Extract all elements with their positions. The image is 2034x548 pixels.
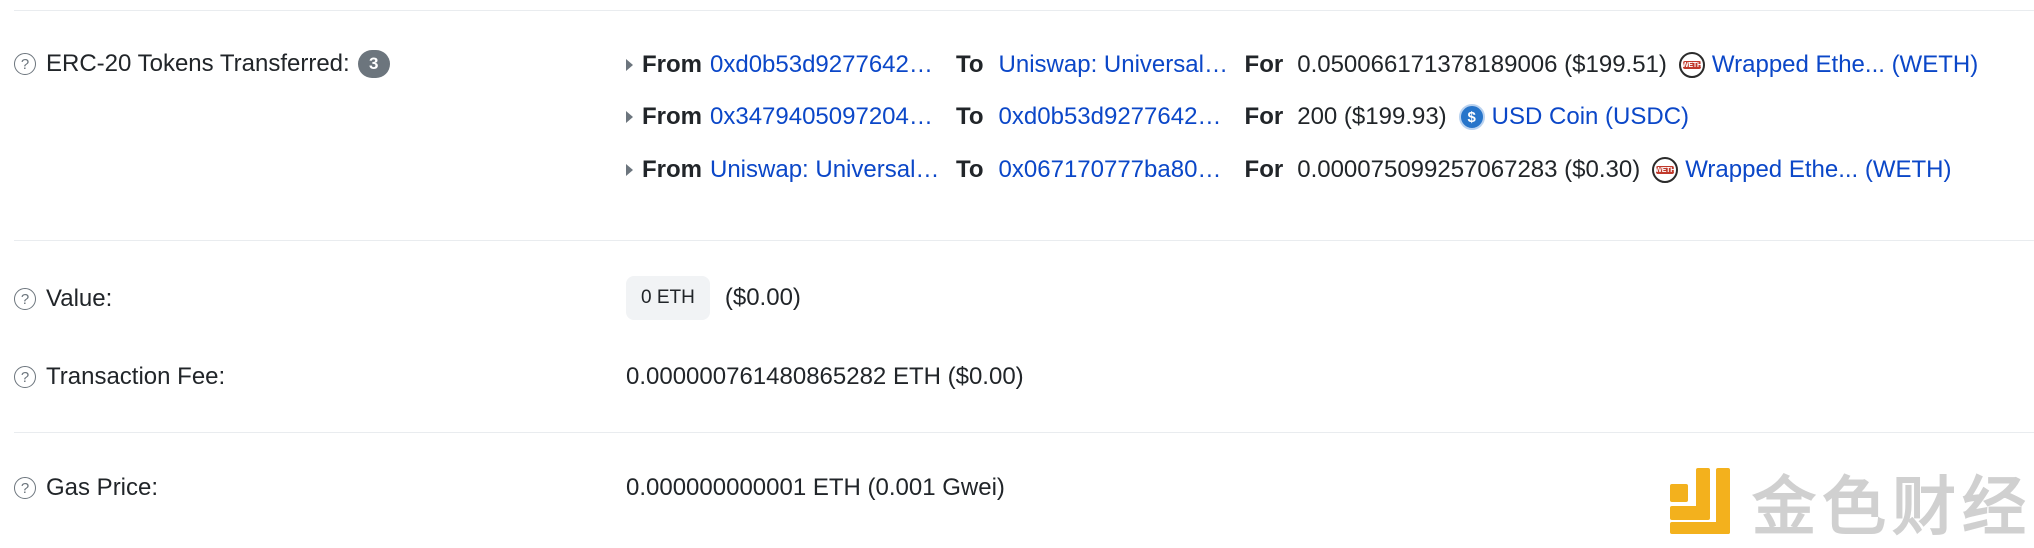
value-content: 0 ETH ($0.00) bbox=[626, 276, 801, 320]
expand-caret-icon[interactable] bbox=[626, 111, 633, 123]
from-keyword: From bbox=[642, 103, 702, 130]
help-icon[interactable]: ? bbox=[14, 288, 36, 310]
transfer-amount: 0.000075099257067283 ($0.30) bbox=[1297, 156, 1641, 183]
for-keyword: For bbox=[1244, 103, 1284, 130]
watermark-text: 金色财经 bbox=[1752, 471, 2032, 545]
to-address-link[interactable]: 0xd0b53d9277642d899df5c87a3966a349a798f2… bbox=[999, 103, 1235, 131]
for-keyword: For bbox=[1244, 156, 1284, 183]
gas-price-value: 0.000000000001 ETH (0.001 Gwei) bbox=[626, 474, 1005, 501]
from-keyword: From bbox=[642, 156, 702, 183]
expand-caret-icon[interactable] bbox=[626, 164, 633, 176]
transaction-fee-value: 0.000000761480865282 ETH ($0.00) bbox=[626, 363, 1024, 390]
to-keyword: To bbox=[956, 103, 984, 130]
transfer-row: From Uniswap: Universal Router To 0x0671… bbox=[626, 150, 1952, 190]
transfer-amount: 0.050066171378189006 ($199.51) bbox=[1297, 51, 1667, 78]
transfer-row: From 0xd0b53d9277642d899df5c87a3966a349a… bbox=[626, 45, 1978, 85]
transfer-row: From 0x34794050972047f8a1b3a6e3f5d4e1f9e… bbox=[626, 97, 1689, 137]
from-address-link[interactable]: 0xd0b53d9277642d899df5c87a3966a349a798f2… bbox=[710, 51, 946, 79]
for-keyword: For bbox=[1244, 51, 1284, 78]
to-address-link[interactable]: Uniswap: Universal Router bbox=[999, 51, 1235, 79]
help-icon[interactable]: ? bbox=[14, 53, 36, 75]
tokens-transferred-label-row: ? ERC-20 Tokens Transferred: 3 bbox=[14, 50, 390, 78]
section-divider bbox=[14, 432, 2034, 433]
from-address-link[interactable]: 0x34794050972047f8a1b3a6e3f5d4e1f9e6b0c6… bbox=[710, 103, 946, 131]
to-keyword: To bbox=[956, 51, 984, 78]
weth-icon: WETH bbox=[1652, 157, 1679, 183]
from-address-link[interactable]: Uniswap: Universal Router bbox=[710, 156, 946, 184]
token-link[interactable]: Wrapped Ethe... (WETH) bbox=[1685, 156, 1951, 184]
watermark: 金色财经 bbox=[1662, 456, 2032, 548]
expand-caret-icon[interactable] bbox=[626, 59, 633, 71]
value-usd: ($0.00) bbox=[724, 284, 801, 311]
to-address-link[interactable]: 0x067170777ba8027ced27e034102d54074d062d… bbox=[999, 156, 1235, 184]
usdc-icon: $ bbox=[1458, 104, 1485, 130]
value-label: Value: bbox=[46, 285, 113, 312]
gas-price-label: Gas Price: bbox=[46, 474, 159, 501]
to-keyword: To bbox=[956, 156, 984, 183]
token-link[interactable]: USD Coin (USDC) bbox=[1492, 103, 1689, 131]
help-icon[interactable]: ? bbox=[14, 366, 36, 388]
section-divider bbox=[14, 240, 2034, 241]
top-divider bbox=[14, 10, 2034, 11]
transfer-count-badge: 3 bbox=[357, 50, 390, 78]
transaction-fee-label-row: ? Transaction Fee: bbox=[14, 363, 225, 391]
tokens-transferred-label: ERC-20 Tokens Transferred: bbox=[46, 50, 350, 77]
from-keyword: From bbox=[642, 51, 702, 78]
transfer-amount: 200 ($199.93) bbox=[1297, 103, 1447, 130]
transaction-fee-label: Transaction Fee: bbox=[46, 363, 226, 390]
jinse-logo-icon bbox=[1670, 468, 1730, 534]
help-icon[interactable]: ? bbox=[14, 477, 36, 499]
gas-price-label-row: ? Gas Price: bbox=[14, 474, 158, 502]
token-link[interactable]: Wrapped Ethe... (WETH) bbox=[1712, 51, 1978, 79]
weth-icon: WETH bbox=[1678, 52, 1705, 78]
value-eth-badge: 0 ETH bbox=[626, 276, 710, 320]
value-label-row: ? Value: bbox=[14, 285, 112, 313]
